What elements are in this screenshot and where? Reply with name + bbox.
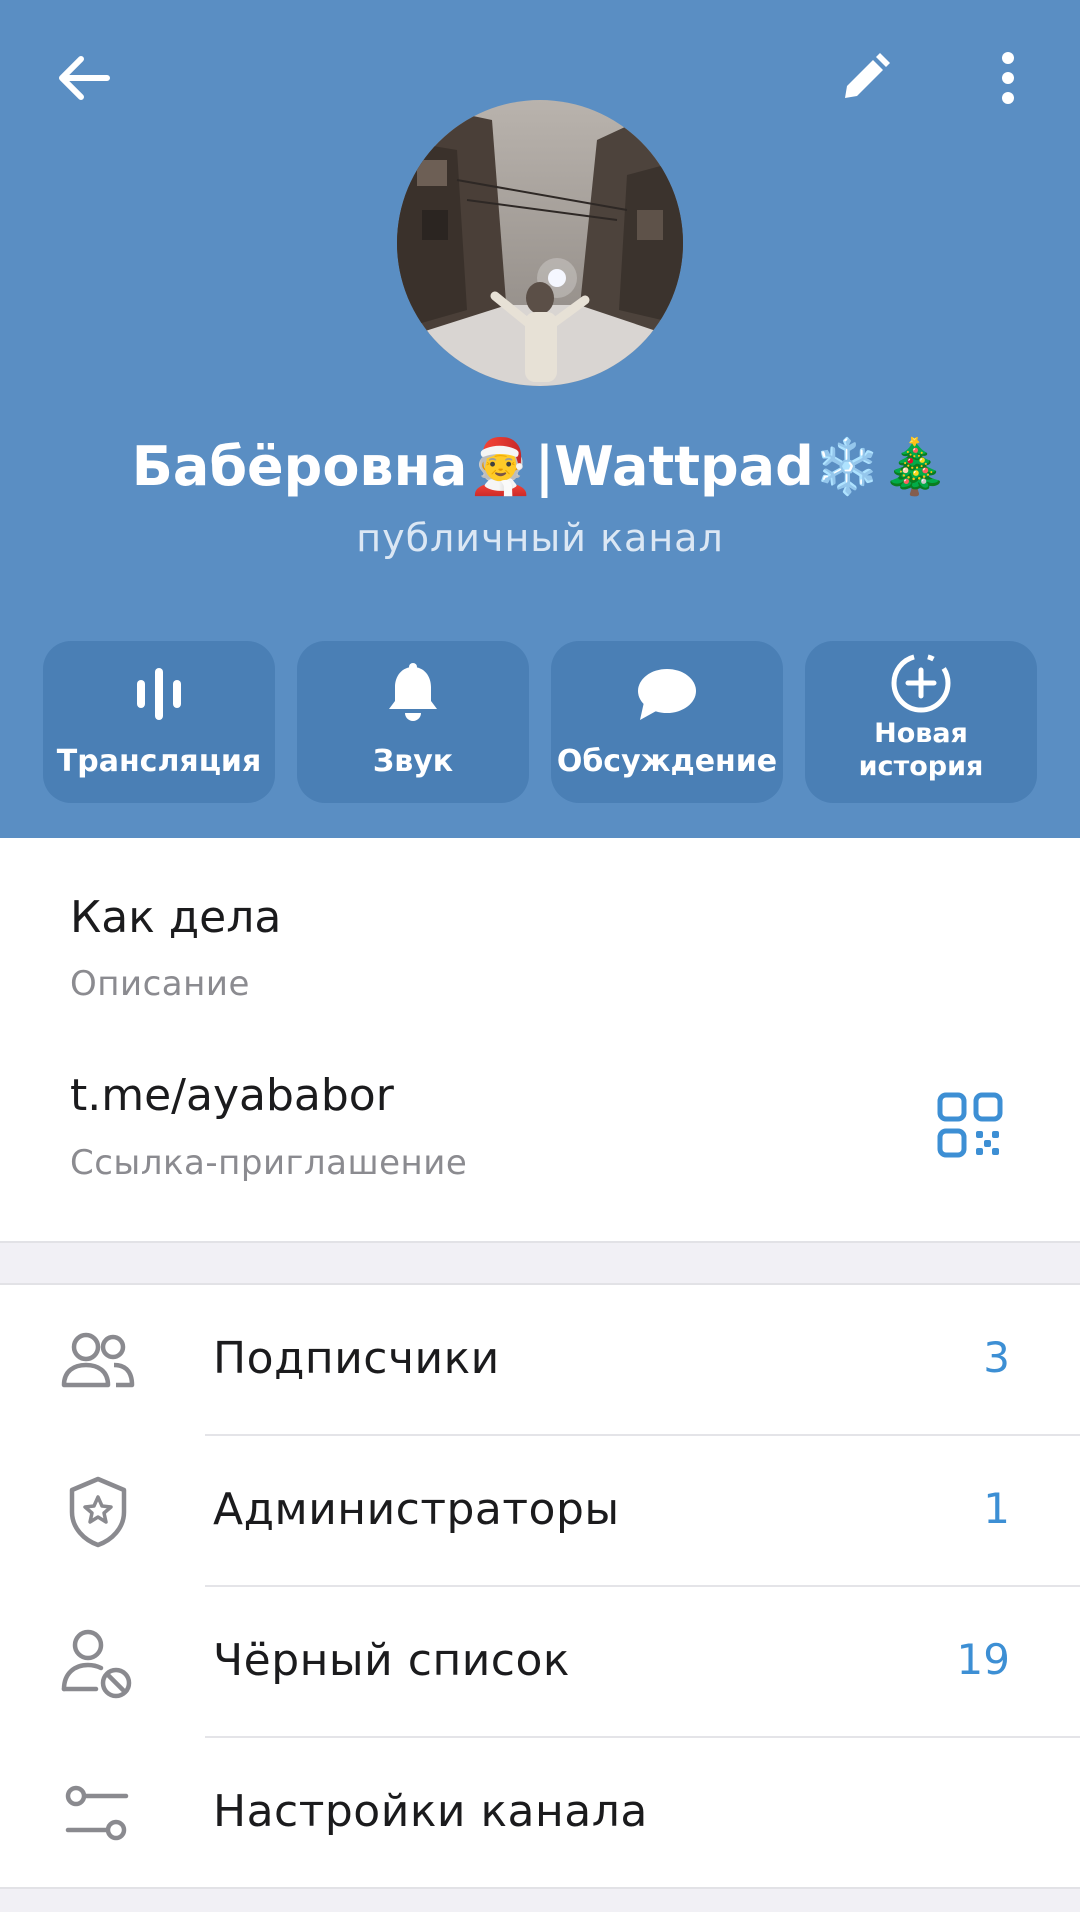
settings-sliders-icon xyxy=(65,1785,129,1841)
description-value[interactable]: Как дела xyxy=(70,892,281,943)
qr-code-button[interactable] xyxy=(935,1090,1005,1160)
subscribers-icon xyxy=(61,1332,135,1388)
avatar-photo xyxy=(397,100,683,386)
blacklist-count: 19 xyxy=(956,1635,1010,1684)
channel-info-section: Как дела Описание t.me/ayababor Ссылка-п… xyxy=(0,838,1080,1243)
three-dots-vertical-icon xyxy=(1002,52,1014,104)
back-button[interactable] xyxy=(40,38,126,118)
bell-icon xyxy=(389,663,437,721)
pencil-icon xyxy=(845,53,890,98)
sound-label: Звук xyxy=(372,744,454,779)
discussion-button[interactable]: Обсуждение xyxy=(551,641,783,803)
subscribers-label: Подписчики xyxy=(213,1333,500,1384)
channel-type: публичный канал xyxy=(356,516,724,560)
menu-item-subscribers[interactable]: Подписчики 3 xyxy=(0,1285,1080,1436)
discussion-label: Обсуждение xyxy=(556,744,778,779)
new-story-label-line2: история xyxy=(858,751,984,782)
new-story-label-line1: Новая xyxy=(874,718,968,749)
subscribers-count: 3 xyxy=(983,1333,1010,1382)
channel-management-list: Подписчики 3 Администраторы 1 Чёрный спи… xyxy=(0,1283,1080,1889)
menu-item-administrators[interactable]: Администраторы 1 xyxy=(0,1436,1080,1587)
add-story-icon xyxy=(891,653,951,713)
channel-avatar[interactable] xyxy=(397,100,683,386)
description-label: Описание xyxy=(70,964,250,1004)
invite-link-label: Ссылка-приглашение xyxy=(70,1143,468,1183)
live-stream-button[interactable]: Трансляция xyxy=(43,641,275,803)
administrators-count: 1 xyxy=(983,1484,1010,1533)
profile-header: Бабёровна🧑‍🎄|Wattpad❄️🎄 публичный канал … xyxy=(0,0,1080,838)
sound-button[interactable]: Звук xyxy=(297,641,529,803)
admin-shield-icon xyxy=(69,1476,127,1548)
channel-name: Бабёровна🧑‍🎄|Wattpad❄️🎄 xyxy=(131,435,949,498)
channel-settings-label: Настройки канала xyxy=(213,1786,648,1837)
blocked-user-icon xyxy=(61,1629,132,1699)
live-stream-label: Трансляция xyxy=(56,744,262,779)
edit-button[interactable] xyxy=(820,38,910,118)
menu-item-channel-settings[interactable]: Настройки канала xyxy=(0,1738,1080,1889)
chat-bubble-icon xyxy=(638,669,696,720)
qr-code-icon xyxy=(937,1092,1003,1158)
menu-item-blacklist[interactable]: Чёрный список 19 xyxy=(0,1587,1080,1738)
back-arrow-icon xyxy=(59,56,110,100)
blacklist-label: Чёрный список xyxy=(213,1635,570,1686)
new-story-button[interactable]: Новая история xyxy=(805,641,1037,803)
administrators-label: Администраторы xyxy=(213,1484,620,1535)
live-stream-icon xyxy=(137,668,181,720)
more-options-button[interactable] xyxy=(975,38,1041,118)
invite-link-value[interactable]: t.me/ayababor xyxy=(70,1070,394,1121)
